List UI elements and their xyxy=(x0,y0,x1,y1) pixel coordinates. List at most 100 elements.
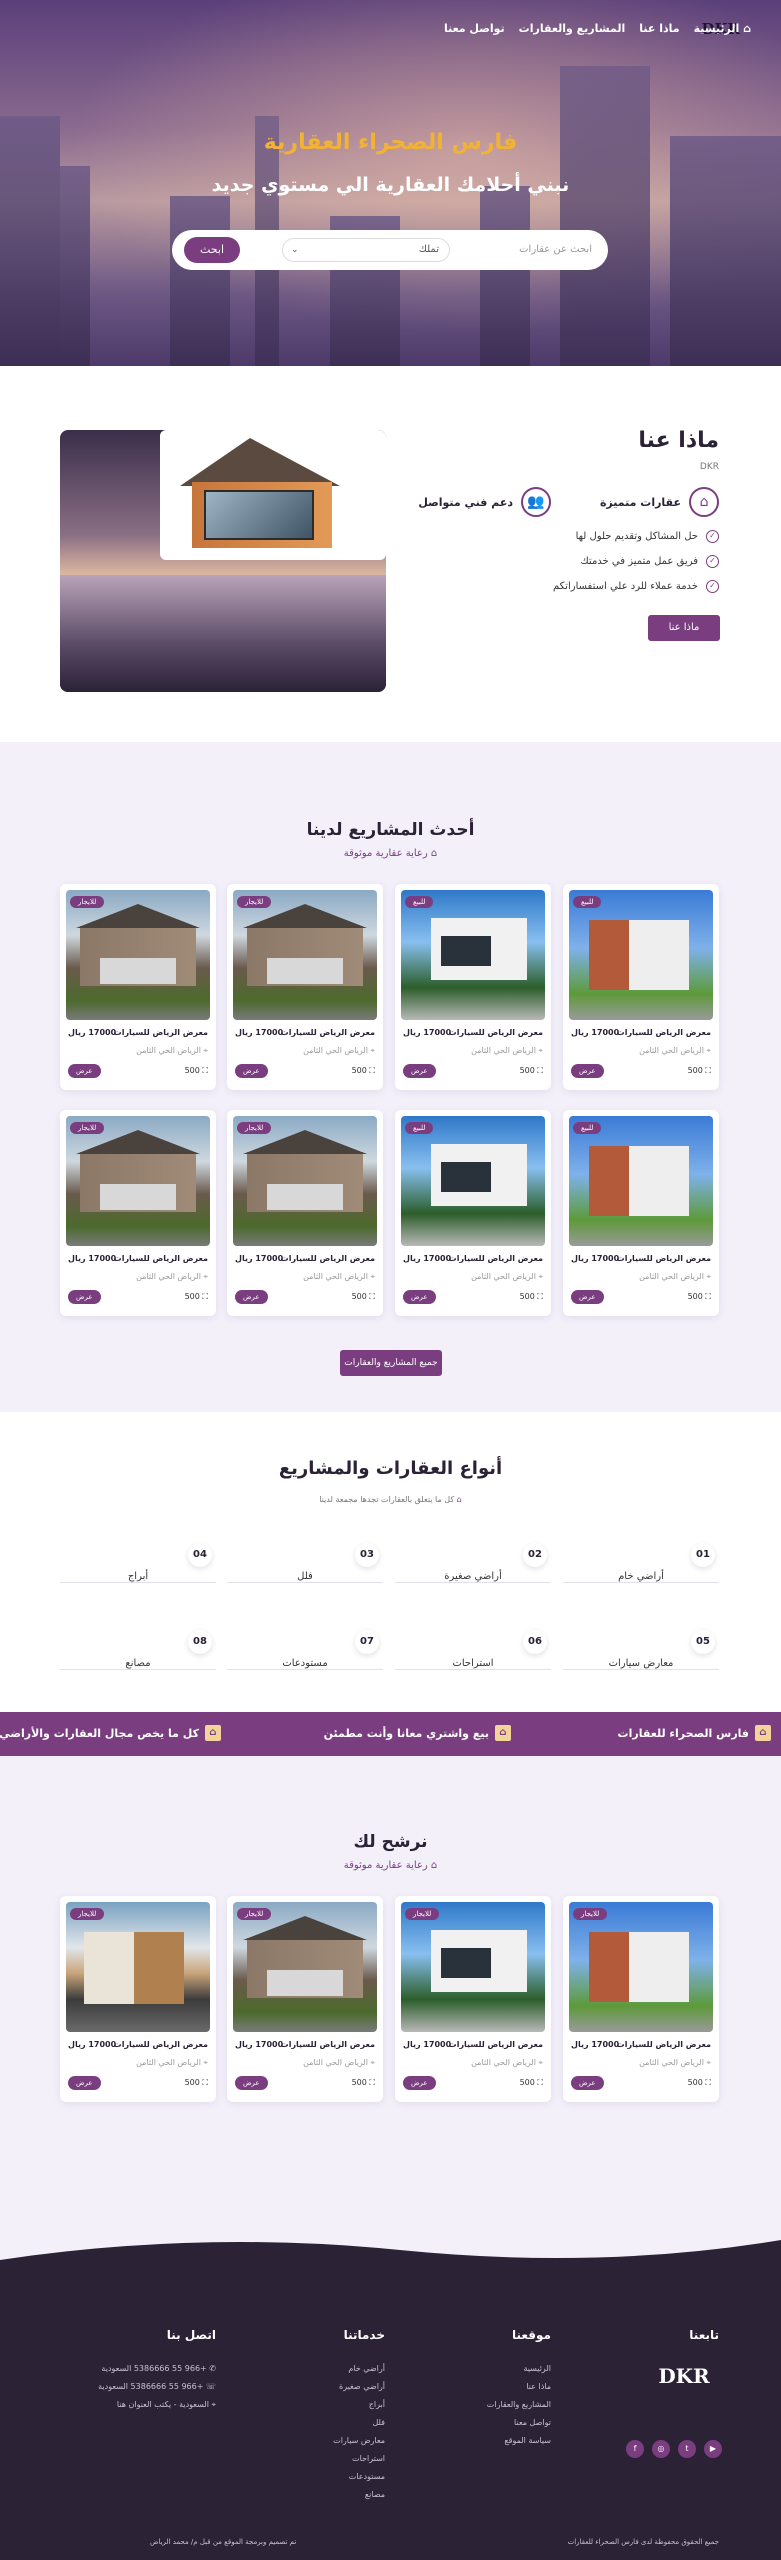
property-card[interactable]: للايجار معرض الرياض للسيارات 17000 ريال ⌖ ا… xyxy=(227,1896,383,2102)
nav-label: الرئيسية xyxy=(693,22,740,35)
location-icon: ⌖ xyxy=(535,1046,543,1055)
all-projects-button[interactable]: جميع المشاريع والعقارات xyxy=(340,1350,442,1376)
type-item[interactable]: 07 مستودعات xyxy=(227,1630,383,1670)
footer-service-link[interactable]: مستودعات xyxy=(333,2472,385,2490)
property-image xyxy=(233,1116,377,1246)
banner-item: ⌂ فارس الصحراء للعقارات xyxy=(618,1725,771,1741)
view-button[interactable]: عرض xyxy=(403,1290,436,1304)
property-image xyxy=(233,890,377,1020)
area-icon: ⛶ xyxy=(534,1066,543,1075)
property-card[interactable]: للايجار معرض الرياض للسيارات 17000 ريال ⌖ ا… xyxy=(60,1896,216,2102)
nav-item-about[interactable]: ماذا عنا xyxy=(639,22,679,35)
footer-link[interactable]: المشاريع والعقارات xyxy=(487,2400,551,2418)
view-button[interactable]: عرض xyxy=(235,1290,268,1304)
footer-service-link[interactable]: فلل xyxy=(333,2418,385,2436)
view-button[interactable]: عرض xyxy=(403,1064,436,1078)
location-icon: ⌖ xyxy=(208,2400,216,2409)
area-text: 500 xyxy=(687,1292,703,1301)
type-item[interactable]: 04 أبراج xyxy=(60,1543,216,1583)
property-card[interactable]: للبيع معرض الرياض للسيارات 17000 ريال ⌖ الر… xyxy=(395,884,551,1090)
property-area: ⛶ 500 xyxy=(688,1066,711,1076)
type-item[interactable]: 03 فلل xyxy=(227,1543,383,1583)
marquee-banner: ⌂ فارس الصحراء للعقارات ⌂ بيع واشتري معانا… xyxy=(0,1712,781,1756)
search-button[interactable]: ابحث xyxy=(184,237,240,263)
nav-item-contact[interactable]: تواصل معنا xyxy=(444,22,505,35)
property-card[interactable]: للايجار معرض الرياض للسيارات 17000 ريال ⌖ ا… xyxy=(60,884,216,1090)
property-card[interactable]: للبيع معرض الرياض للسيارات 17000 ريال ⌖ الر… xyxy=(563,1110,719,1316)
type-item[interactable]: 05 معارض سيارات xyxy=(563,1630,719,1670)
footer-link[interactable]: ماذا عنا xyxy=(487,2382,551,2400)
footer-logo: DKR xyxy=(649,2364,719,2388)
property-card[interactable]: للايجار معرض الرياض للسيارات 17000 ريال ⌖ ا… xyxy=(395,1896,551,2102)
follow-title: تابعنا xyxy=(689,2328,719,2342)
property-price: 17000 ريال xyxy=(571,1254,620,1263)
property-card[interactable]: للايجار معرض الرياض للسيارات 17000 ريال ⌖ ا… xyxy=(227,1110,383,1316)
contact-text: +966 55 5386666 السعودية xyxy=(98,2382,204,2391)
footer-service-link[interactable]: أراضي صغيرة xyxy=(333,2382,385,2400)
contact-item[interactable]: ☏ +966 55 5386666 السعودية xyxy=(98,2382,216,2400)
property-image xyxy=(401,890,545,1020)
footer-service-link[interactable]: استراحات xyxy=(333,2454,385,2472)
youtube-icon[interactable]: ▶ xyxy=(704,2440,722,2458)
view-button[interactable]: عرض xyxy=(68,2076,101,2090)
type-item[interactable]: 08 مصانع xyxy=(60,1630,216,1670)
projects-subtitle: ⌂ رعاية عقارية موثوقة xyxy=(0,848,781,859)
house-icon: ⌂ xyxy=(454,1495,462,1504)
property-card[interactable]: للايجار معرض الرياض للسيارات 17000 ريال ⌖ ا… xyxy=(227,884,383,1090)
view-button[interactable]: عرض xyxy=(403,2076,436,2090)
type-select[interactable]: تملك ⌄ xyxy=(282,238,450,262)
nav-item-projects[interactable]: المشاريع والعقارات xyxy=(519,22,626,35)
property-card[interactable]: للايجار معرض الرياض للسيارات 17000 ريال ⌖ ا… xyxy=(60,1110,216,1316)
view-button[interactable]: عرض xyxy=(571,1064,604,1078)
recommend-title: نرشح لك xyxy=(353,1832,428,1852)
type-item[interactable]: 01 أراضي خام xyxy=(563,1543,719,1583)
house-shape xyxy=(431,1144,527,1206)
view-button[interactable]: عرض xyxy=(68,1290,101,1304)
area-text: 500 xyxy=(519,1066,535,1075)
feature-properties: ⌂ عقارات متميزة xyxy=(600,482,719,522)
about-button[interactable]: ماذا عنا xyxy=(648,615,720,641)
property-area: ⛶ 500 xyxy=(520,2078,543,2088)
status-badge: للايجار xyxy=(70,1908,105,1920)
area-icon: ⛶ xyxy=(366,1066,375,1075)
check-item: ✓ حل المشاكل وتقديم حلول لها xyxy=(576,530,719,543)
property-image xyxy=(569,890,713,1020)
footer-link[interactable]: الرئيسية xyxy=(487,2364,551,2382)
check-icon: ✓ xyxy=(706,580,719,593)
property-card[interactable]: للبيع معرض الرياض للسيارات 17000 ريال ⌖ الر… xyxy=(563,884,719,1090)
view-button[interactable]: عرض xyxy=(235,2076,268,2090)
view-button[interactable]: عرض xyxy=(571,2076,604,2090)
house-icon: ⌂ xyxy=(689,487,719,517)
type-item[interactable]: 06 استراحات xyxy=(395,1630,551,1670)
area-icon: ⛶ xyxy=(702,2078,711,2087)
footer-service-link[interactable]: مصانع xyxy=(333,2490,385,2508)
footer-service-link[interactable]: أراضي خام xyxy=(333,2364,385,2382)
area-text: 500 xyxy=(519,2078,535,2087)
view-button[interactable]: عرض xyxy=(68,1064,101,1078)
property-card[interactable]: للبيع معرض الرياض للسيارات 17000 ريال ⌖ الر… xyxy=(395,1110,551,1316)
contact-item[interactable]: ✆ +966 55 5386666 السعودية xyxy=(98,2364,216,2382)
building-image xyxy=(60,166,90,366)
twitter-icon[interactable]: t xyxy=(678,2440,696,2458)
nav-item-home[interactable]: ⌂ الرئيسية xyxy=(694,22,751,35)
footer-service-link[interactable]: معارض سيارات xyxy=(333,2436,385,2454)
view-button[interactable]: عرض xyxy=(235,1064,268,1078)
property-card[interactable]: للايجار معرض الرياض للسيارات 17000 ريال ⌖ ا… xyxy=(563,1896,719,2102)
instagram-icon[interactable]: ◎ xyxy=(652,2440,670,2458)
type-label: مستودعات xyxy=(282,1658,328,1669)
house-shape xyxy=(431,918,527,980)
footer-link[interactable]: تواصل معنا xyxy=(487,2418,551,2436)
contact-item[interactable]: ⌖ السعودية - يكتب العنوان هنا xyxy=(98,2400,216,2418)
property-name: معرض الرياض للسيارات xyxy=(113,2040,208,2049)
property-location: ⌖ الرياض الحي الثامن xyxy=(639,1272,711,1282)
type-label: مصانع xyxy=(125,1658,151,1669)
type-number: 04 xyxy=(188,1543,212,1567)
property-price: 17000 ريال xyxy=(235,2040,284,2049)
view-button[interactable]: عرض xyxy=(571,1290,604,1304)
footer-link[interactable]: سياسة الموقع xyxy=(487,2436,551,2454)
footer-service-link[interactable]: أبراج xyxy=(333,2400,385,2418)
type-item[interactable]: 02 أراضي صغيرة xyxy=(395,1543,551,1583)
facebook-icon[interactable]: f xyxy=(626,2440,644,2458)
location-text: الرياض الحي الثامن xyxy=(639,1046,704,1055)
contact-title: اتصل بنا xyxy=(166,2328,216,2342)
